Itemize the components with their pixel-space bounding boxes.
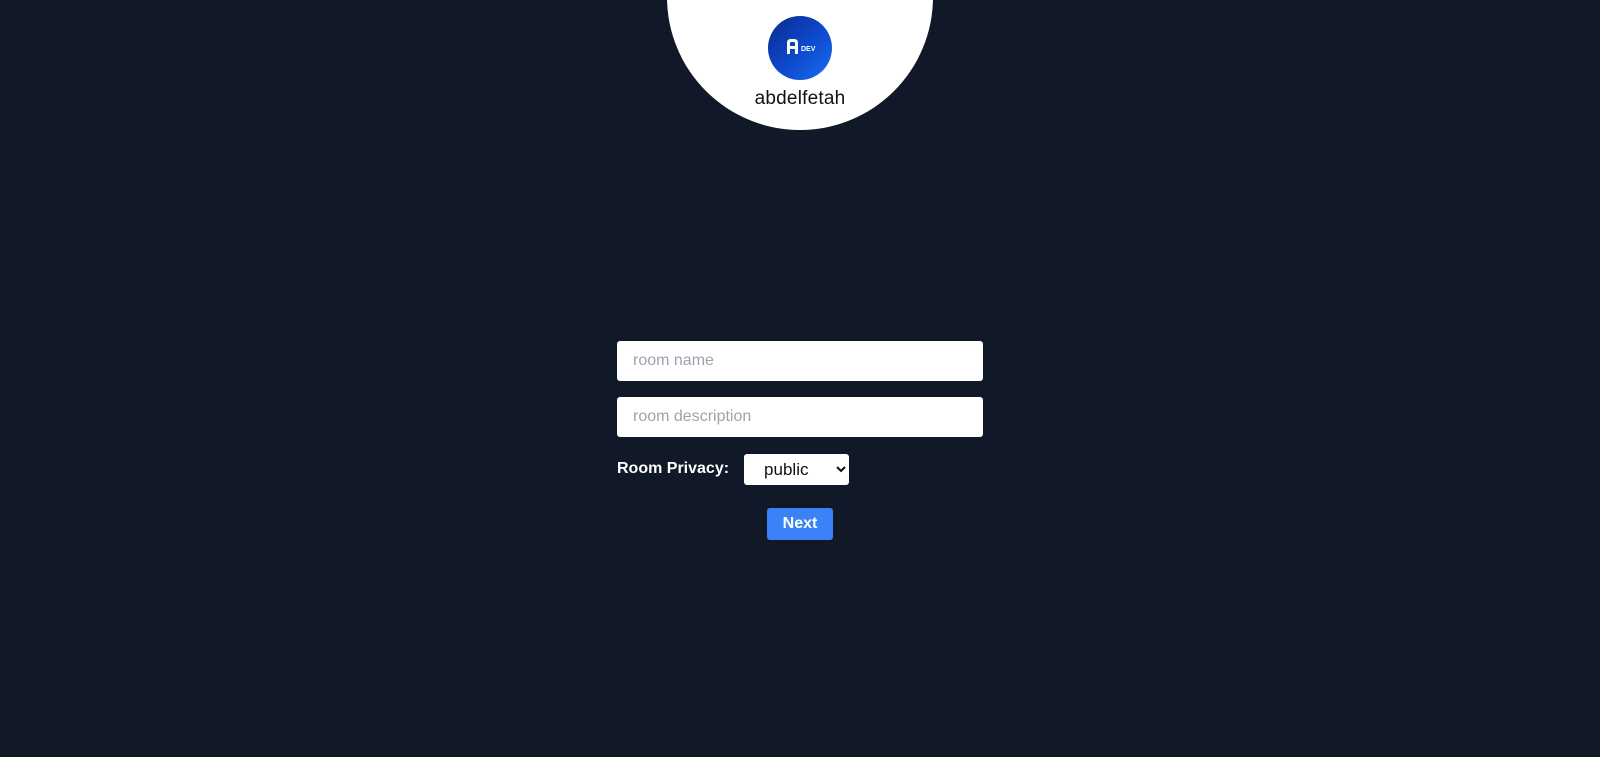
create-room-form: Room Privacy: public bbox=[617, 341, 983, 485]
room-description-input[interactable] bbox=[617, 397, 983, 437]
privacy-select[interactable]: public bbox=[744, 453, 850, 485]
room-name-input[interactable] bbox=[617, 341, 983, 381]
logo-icon: DEV bbox=[787, 39, 816, 54]
avatar: DEV bbox=[768, 16, 832, 80]
privacy-label: Room Privacy: bbox=[617, 460, 730, 477]
privacy-row: Room Privacy: public bbox=[617, 453, 983, 485]
next-button[interactable]: Next bbox=[767, 508, 833, 540]
username: abdelfetah bbox=[754, 88, 846, 109]
svg-text:DEV: DEV bbox=[801, 46, 816, 53]
